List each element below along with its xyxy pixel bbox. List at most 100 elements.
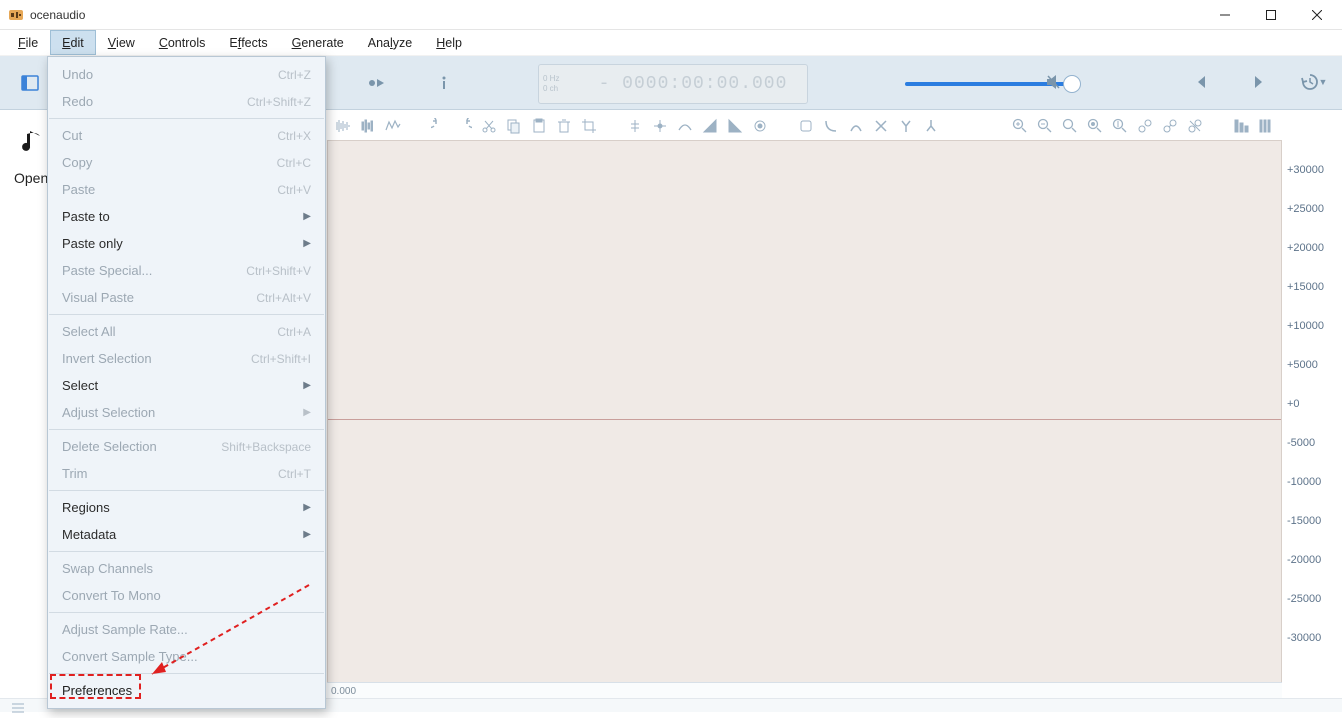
menu-adjust-selection: Adjust Selection▶ [48,399,325,426]
zoom-fit-icon[interactable] [1062,118,1078,134]
fx-icon[interactable] [752,118,768,134]
menu-metadata[interactable]: Metadata▶ [48,521,325,548]
wave3-icon[interactable] [385,118,401,134]
menu-file[interactable]: File [6,30,50,55]
zoom-in-icon[interactable] [1012,118,1028,134]
fadein-icon[interactable] [702,118,718,134]
time-ruler[interactable]: 0.000 [327,682,1282,698]
menu-view[interactable]: View [96,30,147,55]
wave1-icon[interactable] [335,118,351,134]
menu-delete-selection: Delete SelectionShift+Backspace [48,433,325,460]
maximize-button[interactable] [1248,0,1294,30]
menu-select-all: Select AllCtrl+A [48,318,325,345]
minimize-button[interactable] [1202,0,1248,30]
zoom-v-icon[interactable] [1112,118,1128,134]
titlebar: ocenaudio [0,0,1342,30]
menu-swap-channels: Swap Channels [48,555,325,582]
ruler-tick-label: +10000 [1282,306,1342,345]
meter-icon[interactable] [1258,118,1274,134]
lcd-hz: 0 Hz [543,74,579,84]
menu-regions[interactable]: Regions▶ [48,494,325,521]
redo-icon[interactable] [456,118,472,134]
menu-invert-selection: Invert SelectionCtrl+Shift+I [48,345,325,372]
delete-icon[interactable] [556,118,572,134]
nav-forward-icon[interactable] [1244,68,1272,96]
lcd-display: 0 Hz 0 ch - 0000:00:00.000 [538,64,808,104]
menu-convert-mono: Convert To Mono [48,582,325,609]
menu-select[interactable]: Select▶ [48,372,325,399]
close-button[interactable] [1294,0,1340,30]
curve-icon[interactable] [677,118,693,134]
menu-redo: RedoCtrl+Shift+Z [48,88,325,115]
marker-icon[interactable] [798,118,814,134]
panel-toggle-icon[interactable] [16,69,44,97]
paste-icon[interactable] [531,118,547,134]
menubar: FileEditViewControlsEffectsGenerateAnaly… [0,30,1342,56]
zoom-sel-icon[interactable] [1087,118,1103,134]
ruler-tick-label: +0 [1282,384,1342,423]
ruler-tick-label: -15000 [1282,501,1342,540]
menu-adjust-sample-rate: Adjust Sample Rate... [48,616,325,643]
speaker-icon[interactable] [1040,68,1068,96]
ruler-tick-label: +25000 [1282,189,1342,228]
target-icon[interactable] [652,118,668,134]
music-note-icon [20,128,46,154]
history-icon[interactable]: ▼ [1300,68,1328,96]
transport-icon[interactable] [362,69,390,97]
undo-icon[interactable] [431,118,447,134]
info-icon[interactable] [430,69,458,97]
align-icon[interactable] [627,118,643,134]
ruler-tick-label: -25000 [1282,579,1342,618]
fork-icon[interactable] [898,118,914,134]
menu-preferences[interactable]: Preferences [48,677,325,704]
cut-icon[interactable] [481,118,497,134]
menu-analyze[interactable]: Analyze [356,30,424,55]
toolbar-secondary [327,112,1282,140]
app-icon [8,7,24,23]
wave2-icon[interactable] [360,118,376,134]
crop-icon[interactable] [581,118,597,134]
ruler-tick-label: +20000 [1282,228,1342,267]
canvas-midline [328,419,1281,420]
menu-controls[interactable]: Controls [147,30,218,55]
amplitude-ruler: +30000+25000+20000+15000+10000+5000+0-50… [1282,140,1342,698]
menu-effects[interactable]: Effects [217,30,279,55]
menu-edit[interactable]: Edit [50,30,96,55]
lcd-time: - 0000:00:00.000 [579,74,807,94]
time-zero-label: 0.000 [331,686,356,697]
ruler-tick-label: +30000 [1282,150,1342,189]
cross-icon[interactable] [873,118,889,134]
menu-visual-paste: Visual PasteCtrl+Alt+V [48,284,325,311]
menu-undo: UndoCtrl+Z [48,61,325,88]
waveform-canvas[interactable] [327,140,1282,698]
menu-paste-special: Paste Special...Ctrl+Shift+V [48,257,325,284]
fadeout-icon[interactable] [727,118,743,134]
status-list-icon[interactable] [12,700,24,710]
menu-paste-only[interactable]: Paste only▶ [48,230,325,257]
ruler-tick-label: -10000 [1282,462,1342,501]
link1-icon[interactable] [1137,118,1153,134]
ruler-tick-label: +5000 [1282,345,1342,384]
link3-icon[interactable] [1187,118,1203,134]
copy-icon[interactable] [506,118,522,134]
path1-icon[interactable] [823,118,839,134]
ruler-tick-label: +15000 [1282,267,1342,306]
zoom-out-icon[interactable] [1037,118,1053,134]
menu-copy: CopyCtrl+C [48,149,325,176]
link2-icon[interactable] [1162,118,1178,134]
menu-trim: TrimCtrl+T [48,460,325,487]
ruler-tick-label: -5000 [1282,423,1342,462]
menu-cut: CutCtrl+X [48,122,325,149]
merge-icon[interactable] [923,118,939,134]
menu-convert-sample-type: Convert Sample Type... [48,643,325,670]
menu-help[interactable]: Help [424,30,474,55]
ruler-tick-label: -30000 [1282,618,1342,657]
menu-generate[interactable]: Generate [280,30,356,55]
path2-icon[interactable] [848,118,864,134]
menu-paste-to[interactable]: Paste to▶ [48,203,325,230]
lcd-ch: 0 ch [543,84,579,94]
side-open-label: Open [14,170,48,186]
app-title: ocenaudio [30,8,85,22]
levels-icon[interactable] [1233,118,1249,134]
nav-back-icon[interactable] [1188,68,1216,96]
